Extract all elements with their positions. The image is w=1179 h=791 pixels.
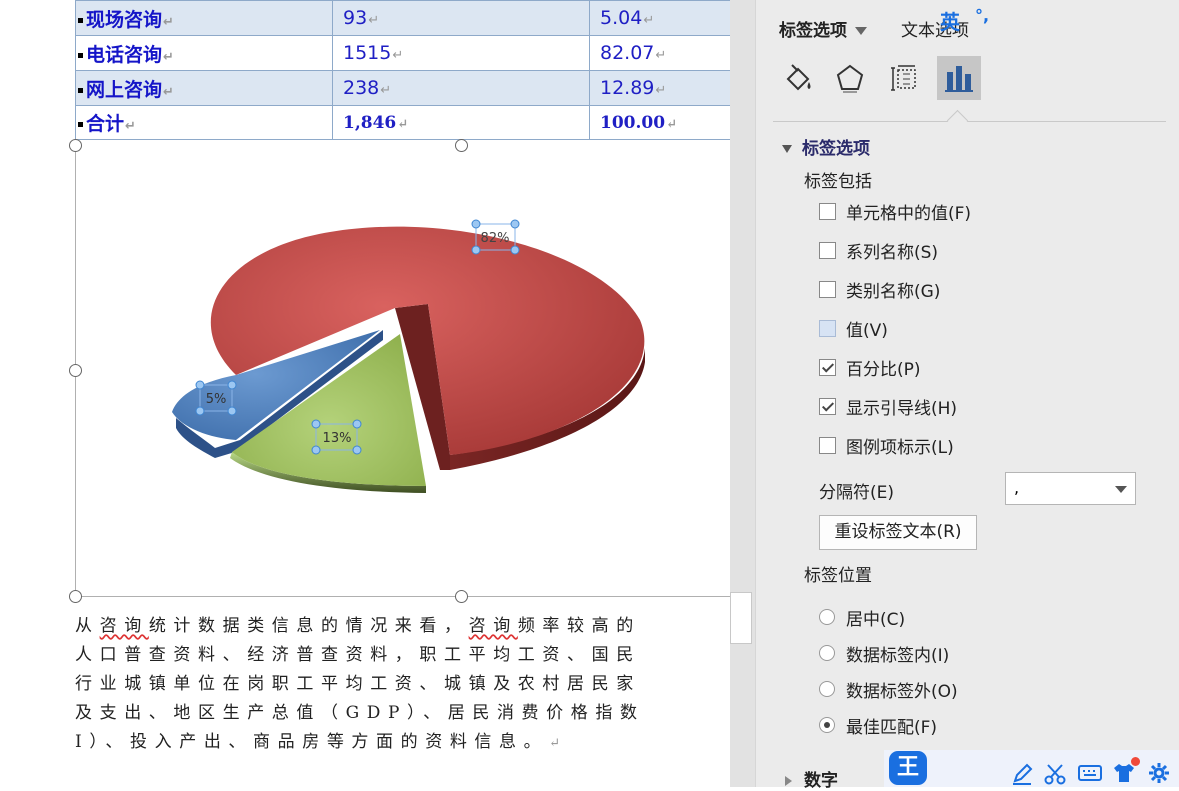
radio-best-fit[interactable]: 最佳匹配(F)	[819, 714, 937, 738]
ime-language-toggle[interactable]: 英	[940, 6, 960, 35]
checkbox-icon	[819, 436, 836, 454]
document-area[interactable]: 现场咨询↵ 93↵ 5.04↵ 电话咨询↵ 1515↵ 82.07↵ 网上咨询↵…	[0, 0, 730, 787]
bar-chart-icon	[945, 66, 973, 92]
scrollbar-stub[interactable]	[730, 592, 752, 644]
radio-selected-icon	[819, 717, 835, 733]
resize-handle[interactable]	[455, 139, 468, 152]
radio-outside-end[interactable]: 数据标签外(O)	[819, 678, 958, 702]
notification-dot	[1131, 757, 1140, 766]
section-number[interactable]: 数字	[785, 766, 838, 791]
para-line: 及支出、地区生产总值（GDP）、居民消费价格指数	[75, 703, 645, 723]
size-layout-icon	[891, 65, 916, 91]
punctuation-icon[interactable]: °,	[975, 6, 989, 25]
radio-center[interactable]: 居中(C)	[819, 606, 905, 630]
resize-handle[interactable]	[455, 590, 468, 603]
checkbox-icon	[819, 202, 836, 220]
checkbox-icon	[819, 280, 836, 298]
pentagon-icon	[836, 64, 864, 93]
resize-handle[interactable]	[69, 590, 82, 603]
chevron-down-icon	[855, 27, 867, 35]
label-position-heading: 标签位置	[804, 566, 872, 586]
separator-label: 分隔符(E)	[819, 483, 895, 503]
cb-cell-value[interactable]: 单元格中的值(F)	[819, 200, 971, 224]
cb-legend-key[interactable]: 图例项标示(L)	[819, 434, 954, 458]
gear-icon[interactable]	[1148, 762, 1170, 784]
cb-value[interactable]: 值(V)	[819, 317, 888, 341]
fill-line-button[interactable]	[776, 56, 820, 100]
label-13-text: 13%	[323, 431, 352, 446]
separator-select[interactable]: ,	[1005, 472, 1136, 505]
para-line: 行业城镇单位在岗职工平均工资、城镇及农村居民家	[75, 674, 641, 694]
pane-divider	[773, 121, 1166, 122]
para-line: 从咨询统计数据类信息的情况来看，咨询频率较高的	[75, 616, 641, 636]
label-options-button[interactable]	[937, 56, 981, 100]
cb-leader-lines[interactable]: 显示引导线(H)	[819, 395, 957, 419]
label-82-text: 82%	[481, 231, 510, 246]
chevron-down-icon	[1115, 486, 1127, 493]
checkbox-icon	[819, 319, 836, 337]
radio-icon	[819, 681, 835, 697]
label-contains-heading: 标签包括	[804, 172, 872, 192]
cb-percentage[interactable]: 百分比(P)	[819, 356, 921, 380]
reset-label-text-button[interactable]: 重设标签文本(R)	[819, 515, 977, 550]
radio-icon	[819, 645, 835, 661]
radio-inside-end[interactable]: 数据标签内(I)	[819, 642, 949, 666]
ime-logo-icon[interactable]: 王	[889, 751, 927, 785]
resize-handle[interactable]	[69, 139, 82, 152]
cb-series-name[interactable]: 系列名称(S)	[819, 239, 938, 263]
pane-left-strip	[730, 0, 756, 787]
body-paragraph[interactable]: 从咨询统计数据类信息的情况来看，咨询频率较高的 人口普查资料、经济普查资料，职工…	[75, 612, 730, 758]
cb-category-name[interactable]: 类别名称(G)	[819, 278, 940, 302]
checkbox-icon	[819, 241, 836, 259]
resize-handle[interactable]	[69, 364, 82, 377]
section-label-options[interactable]: 标签选项	[782, 134, 870, 159]
expand-triangle-icon	[785, 776, 792, 786]
pen-icon[interactable]	[1011, 763, 1033, 785]
para-line: I）、投入产出、商品房等方面的资料信息。↵	[75, 732, 561, 752]
scissors-icon[interactable]	[1044, 763, 1066, 785]
tab-label-options[interactable]: 标签选项	[779, 16, 867, 41]
size-properties-button[interactable]	[883, 56, 927, 100]
collapse-triangle-icon	[782, 145, 792, 153]
keyboard-icon[interactable]	[1078, 763, 1102, 783]
paint-bucket-icon	[786, 64, 811, 91]
radio-icon	[819, 609, 835, 625]
label-5-text: 5%	[206, 392, 227, 407]
checkbox-checked-icon	[819, 397, 836, 415]
checkbox-checked-icon	[819, 358, 836, 376]
pie-chart[interactable]: 82% 5% 13%	[0, 0, 730, 600]
effects-button[interactable]	[828, 56, 872, 100]
para-line: 人口普查资料、经济普查资料，职工平均工资、国民	[75, 645, 641, 665]
